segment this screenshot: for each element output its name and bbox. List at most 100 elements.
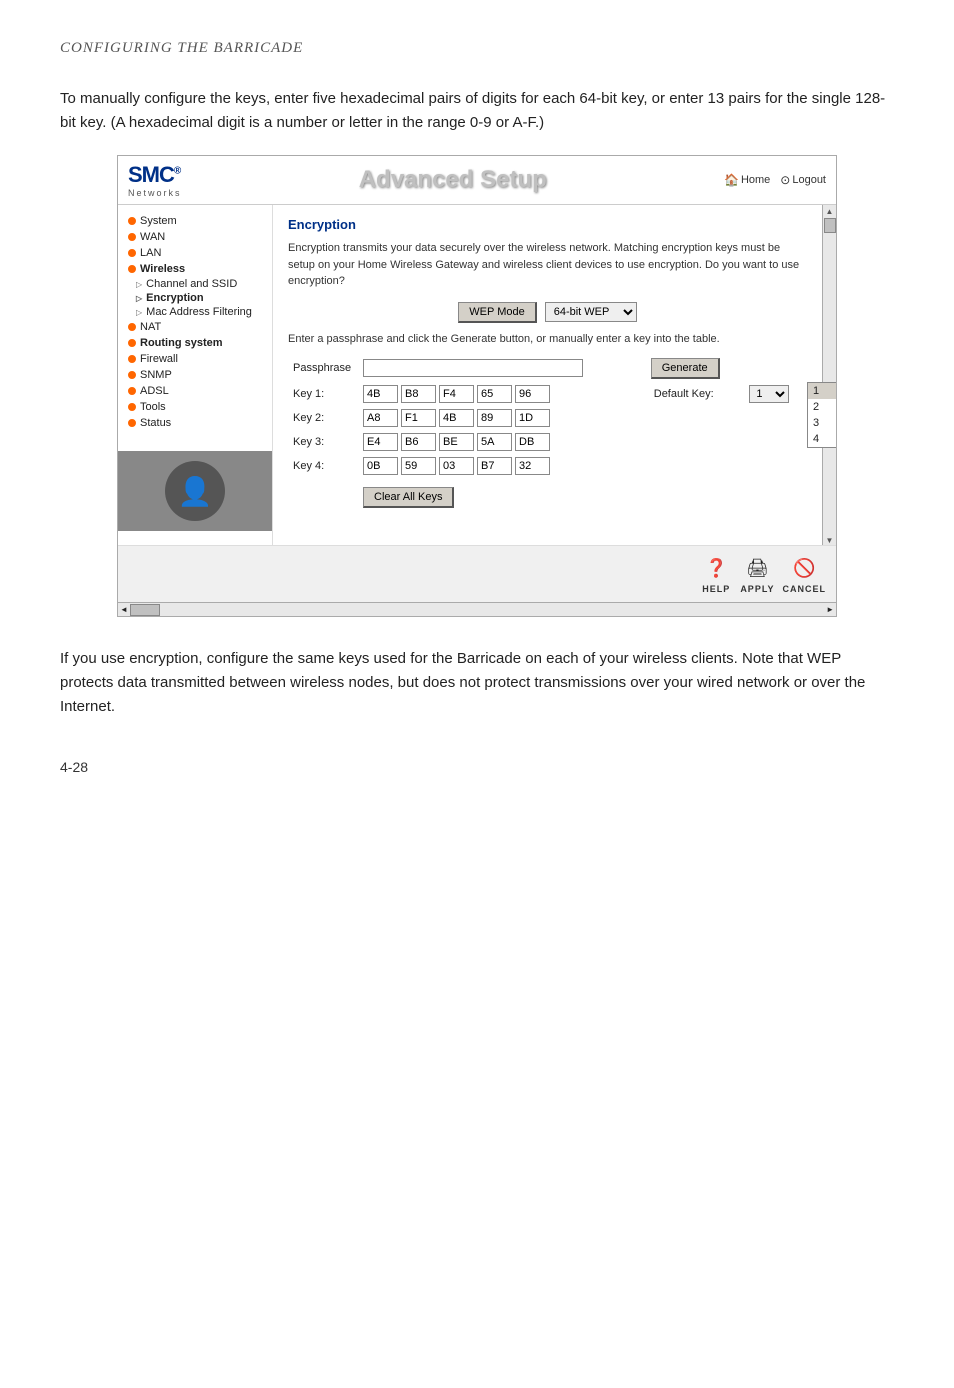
- sidebar-label-snmp: SNMP: [140, 369, 172, 381]
- help-label: HELP: [702, 584, 730, 594]
- apply-button[interactable]: 🖨 APPLY: [740, 554, 774, 594]
- main-scrollbar-layout: System WAN LAN Wireless: [118, 205, 836, 616]
- key3-inputs: [363, 433, 641, 451]
- browser-window: SMC® Networks Advanced Setup 🏠 Home ⊙ Lo…: [117, 155, 837, 617]
- header-nav: 🏠 Home ⊙ Logout: [724, 173, 826, 187]
- key4-input5[interactable]: [515, 457, 550, 475]
- advanced-setup-banner: Advanced Setup: [359, 166, 547, 194]
- sidebar-item-tools[interactable]: Tools: [118, 399, 272, 415]
- passphrase-input[interactable]: [363, 359, 583, 377]
- key2-label: Key 2:: [288, 406, 358, 430]
- sidebar-item-status[interactable]: Status: [118, 415, 272, 431]
- key3-input3[interactable]: [439, 433, 474, 451]
- default-key-select[interactable]: 1 2 3 4: [749, 385, 789, 403]
- bullet-icon: [128, 387, 136, 395]
- arrow-icon: ▷: [136, 294, 142, 303]
- sidebar-item-adsl[interactable]: ADSL: [118, 383, 272, 399]
- key3-input5[interactable]: [515, 433, 550, 451]
- keys-table: Passphrase Generate: [288, 355, 807, 511]
- sidebar-item-mac-filter[interactable]: ▷ Mac Address Filtering: [136, 305, 272, 319]
- browser-header: SMC® Networks Advanced Setup 🏠 Home ⊙ Lo…: [118, 156, 836, 205]
- scroll-up-icon[interactable]: ▲: [826, 207, 834, 216]
- bullet-icon: [128, 265, 136, 273]
- section-title: Encryption: [288, 217, 807, 232]
- sidebar-item-snmp[interactable]: SNMP: [118, 367, 272, 383]
- scroll-thumb[interactable]: [824, 218, 836, 233]
- sidebar-label-tools: Tools: [140, 401, 166, 413]
- key4-input4[interactable]: [477, 457, 512, 475]
- key4-input3[interactable]: [439, 457, 474, 475]
- home-icon: 🏠: [724, 173, 739, 187]
- key3-input2[interactable]: [401, 433, 436, 451]
- key1-inputs: [363, 385, 641, 403]
- key3-row: Key 3:: [288, 430, 807, 454]
- key2-input3[interactable]: [439, 409, 474, 427]
- key3-input1[interactable]: [363, 433, 398, 451]
- help-button[interactable]: ❓ HELP: [700, 554, 732, 594]
- key4-input1[interactable]: [363, 457, 398, 475]
- key1-input5[interactable]: [515, 385, 550, 403]
- key4-label: Key 4:: [288, 454, 358, 478]
- generate-button[interactable]: Generate: [651, 358, 720, 379]
- sidebar-label-wan: WAN: [140, 231, 165, 243]
- key3-label: Key 3:: [288, 430, 358, 454]
- wep-mode-button[interactable]: WEP Mode: [458, 302, 536, 323]
- sidebar-item-wireless[interactable]: Wireless: [118, 261, 272, 277]
- scroll-left-icon[interactable]: ◄: [118, 603, 130, 616]
- key2-inputs: [363, 409, 641, 427]
- scroll-right-icon[interactable]: ►: [824, 603, 836, 616]
- footer-buttons: ❓ HELP 🖨 APPLY 🚫 CANCEL: [118, 545, 836, 602]
- key1-input3[interactable]: [439, 385, 474, 403]
- encryption-description: Encryption transmits your data securely …: [288, 240, 807, 290]
- sidebar-item-routing[interactable]: Routing system: [118, 335, 272, 351]
- sidebar-label-nat: NAT: [140, 321, 161, 333]
- key2-input4[interactable]: [477, 409, 512, 427]
- bullet-icon: [128, 371, 136, 379]
- passphrase-label: Passphrase: [288, 355, 358, 382]
- key2-row: Key 2:: [288, 406, 807, 430]
- sidebar-item-nat[interactable]: NAT: [118, 319, 272, 335]
- logout-icon: ⊙: [780, 173, 790, 187]
- sidebar-label-channel: Channel and SSID: [146, 278, 237, 290]
- sidebar-label-mac: Mac Address Filtering: [146, 306, 252, 318]
- wep-mode-select[interactable]: 64-bit WEP 128-bit WEP: [545, 302, 637, 322]
- sidebar-item-system[interactable]: System: [118, 213, 272, 229]
- sidebar-label-firewall: Firewall: [140, 353, 178, 365]
- logout-link[interactable]: ⊙ Logout: [780, 173, 826, 187]
- sidebar-label-adsl: ADSL: [140, 385, 169, 397]
- sidebar-item-encryption[interactable]: ▷ Encryption: [136, 291, 272, 305]
- arrow-icon: ▷: [136, 280, 142, 289]
- bullet-icon: [128, 217, 136, 225]
- smc-logo: SMC® Networks: [128, 162, 182, 198]
- home-link[interactable]: 🏠 Home: [724, 173, 770, 187]
- sidebar-item-wan[interactable]: WAN: [118, 229, 272, 245]
- key2-input2[interactable]: [401, 409, 436, 427]
- sidebar-item-channel-ssid[interactable]: ▷ Channel and SSID: [136, 277, 272, 291]
- bullet-icon: [128, 249, 136, 257]
- page-number: 4-28: [60, 759, 894, 775]
- bullet-icon: [128, 355, 136, 363]
- vertical-scrollbar[interactable]: ▲ ▼: [822, 205, 836, 545]
- scroll-down-icon[interactable]: ▼: [826, 536, 834, 545]
- key1-input4[interactable]: [477, 385, 512, 403]
- key1-input2[interactable]: [401, 385, 436, 403]
- cancel-button[interactable]: 🚫 CANCEL: [783, 554, 827, 594]
- key2-input1[interactable]: [363, 409, 398, 427]
- sidebar-submenu-wireless: ▷ Channel and SSID ▷ Encryption ▷ Mac Ad…: [118, 277, 272, 319]
- key2-input5[interactable]: [515, 409, 550, 427]
- key4-input2[interactable]: [401, 457, 436, 475]
- key1-input1[interactable]: [363, 385, 398, 403]
- sidebar-label-wireless: Wireless: [140, 263, 185, 275]
- cancel-icon: 🚫: [788, 554, 820, 582]
- h-scroll-thumb[interactable]: [130, 604, 160, 616]
- bullet-icon: [128, 419, 136, 427]
- clear-all-button[interactable]: Clear All Keys: [363, 487, 454, 508]
- wep-mode-row: WEP Mode 64-bit WEP 128-bit WEP: [288, 302, 807, 323]
- sidebar-item-firewall[interactable]: Firewall: [118, 351, 272, 367]
- sidebar-item-lan[interactable]: LAN: [118, 245, 272, 261]
- horizontal-scrollbar[interactable]: ◄ ►: [118, 602, 836, 616]
- intro-text: To manually configure the keys, enter fi…: [60, 87, 894, 135]
- apply-icon: 🖨: [741, 554, 773, 582]
- key3-input4[interactable]: [477, 433, 512, 451]
- logo-text: SMC®: [128, 162, 180, 188]
